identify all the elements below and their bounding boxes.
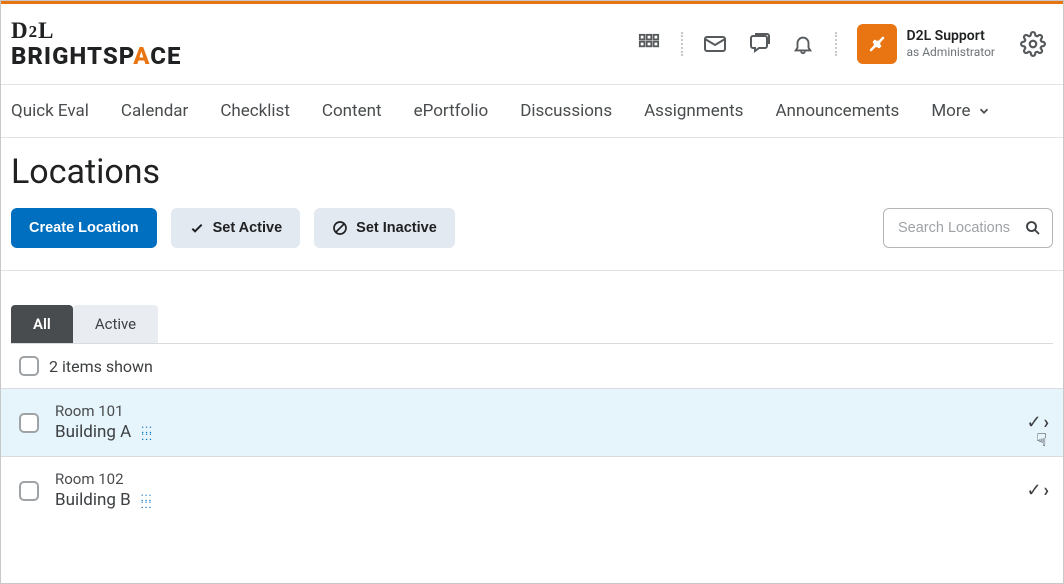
drag-handle-icon[interactable]: ::::::: [141, 494, 153, 508]
select-all-checkbox[interactable]: [19, 356, 39, 376]
set-inactive-button[interactable]: Set Inactive: [314, 208, 455, 248]
row-actions-chevron-icon[interactable]: ›: [1044, 480, 1049, 501]
nav-more-label: More: [931, 101, 970, 121]
tab-all[interactable]: All: [11, 305, 73, 343]
nav-checklist[interactable]: Checklist: [220, 101, 290, 121]
location-building: Building A: [55, 421, 131, 444]
prohibit-icon: [332, 220, 348, 236]
drag-handle-icon[interactable]: ::::::: [141, 426, 153, 440]
nav-assignments[interactable]: Assignments: [644, 101, 743, 121]
status-active-icon: ✓: [1026, 480, 1041, 501]
pointer-cursor-icon: ☟: [1036, 430, 1047, 451]
nav-discussions[interactable]: Discussions: [520, 101, 612, 121]
primary-nav: Quick Eval Calendar Checklist Content eP…: [1, 85, 1063, 138]
app-header: D2L BRIGHTSPACE: [1, 1, 1063, 85]
row-checkbox[interactable]: [19, 413, 39, 433]
user-role: as Administrator: [907, 45, 995, 59]
status-active-icon: ✓: [1026, 412, 1041, 433]
nav-more[interactable]: More: [931, 101, 990, 121]
set-inactive-label: Set Inactive: [356, 220, 437, 236]
settings-icon[interactable]: [1019, 30, 1047, 58]
row-actions-chevron-icon[interactable]: ›: [1044, 412, 1049, 433]
list-summary-row: 2 items shown: [1, 344, 1063, 388]
set-active-button[interactable]: Set Active: [171, 208, 301, 248]
nav-calendar[interactable]: Calendar: [121, 101, 188, 121]
location-name: Room 101: [55, 401, 131, 421]
separator: [835, 32, 837, 56]
mail-icon[interactable]: [703, 32, 727, 56]
apps-grid-icon[interactable]: [637, 32, 661, 56]
chat-icon[interactable]: [747, 32, 771, 56]
page-title: Locations: [1, 138, 1063, 208]
notifications-icon[interactable]: [791, 32, 815, 56]
row-checkbox[interactable]: [19, 481, 39, 501]
location-row[interactable]: Room 102 Building B :::::: ✓ ›: [1, 456, 1063, 524]
nav-quick-eval[interactable]: Quick Eval: [11, 101, 89, 121]
nav-eportfolio[interactable]: ePortfolio: [414, 101, 489, 121]
avatar-icon: [857, 24, 897, 64]
set-active-label: Set Active: [213, 220, 283, 236]
nav-content[interactable]: Content: [322, 101, 382, 121]
action-bar: Create Location Set Active Set Inactive: [1, 208, 1063, 271]
search-locations[interactable]: [883, 208, 1053, 248]
chevron-down-icon: [977, 104, 991, 118]
location-name: Room 102: [55, 469, 131, 489]
user-menu[interactable]: D2L Support as Administrator: [857, 24, 995, 64]
create-location-button[interactable]: Create Location: [11, 208, 157, 248]
brand-logo: D2L BRIGHTSPACE: [11, 19, 181, 68]
separator: [681, 32, 683, 56]
location-building: Building B: [55, 489, 131, 512]
search-icon: [1024, 219, 1042, 237]
tab-active-filter[interactable]: Active: [73, 305, 158, 343]
list-summary-text: 2 items shown: [49, 357, 153, 376]
user-name: D2L Support: [907, 28, 995, 45]
nav-announcements[interactable]: Announcements: [775, 101, 899, 121]
search-input[interactable]: [898, 220, 1016, 236]
location-row[interactable]: Room 101 Building A :::::: ✓ › ☟: [1, 388, 1063, 456]
check-icon: [189, 220, 205, 236]
filter-tabs: All Active: [11, 305, 1053, 344]
